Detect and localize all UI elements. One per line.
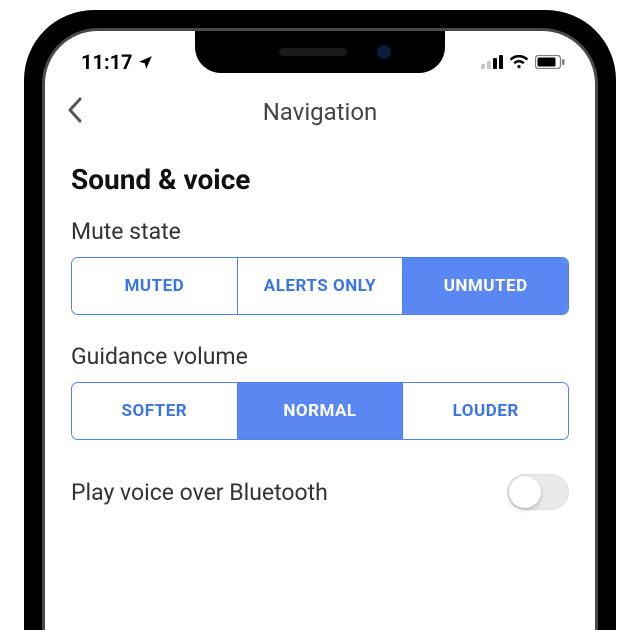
location-arrow-icon (137, 54, 154, 71)
chevron-left-icon (67, 97, 83, 123)
page-header: Navigation (45, 79, 595, 145)
bluetooth-label: Play voice over Bluetooth (71, 479, 328, 506)
mute-state-label: Mute state (71, 218, 569, 245)
back-button[interactable] (67, 97, 83, 127)
speaker-grille (279, 48, 347, 56)
settings-content: Sound & voice Mute state MUTED ALERTS ON… (45, 145, 595, 510)
bluetooth-toggle[interactable] (507, 474, 569, 510)
front-camera (377, 45, 391, 59)
segment-alerts-only[interactable]: ALERTS ONLY (238, 258, 404, 314)
mute-state-segmented: MUTED ALERTS ONLY UNMUTED (71, 257, 569, 315)
guidance-volume-segmented: SOFTER NORMAL LOUDER (71, 382, 569, 440)
screen: 11:17 (42, 28, 598, 630)
wifi-icon (509, 55, 529, 69)
segment-muted[interactable]: MUTED (72, 258, 238, 314)
toggle-knob (509, 476, 541, 508)
guidance-volume-label: Guidance volume (71, 343, 569, 370)
segment-softer[interactable]: SOFTER (72, 383, 238, 439)
segment-louder[interactable]: LOUDER (403, 383, 568, 439)
segment-normal[interactable]: NORMAL (238, 383, 404, 439)
bluetooth-row: Play voice over Bluetooth (71, 468, 569, 510)
status-time: 11:17 (81, 50, 133, 74)
notch (195, 31, 445, 73)
battery-icon (535, 55, 565, 69)
phone-frame: 11:17 (24, 10, 616, 630)
cellular-icon (481, 55, 503, 69)
page-title: Navigation (263, 98, 378, 126)
segment-unmuted[interactable]: UNMUTED (403, 258, 568, 314)
section-title: Sound & voice (71, 163, 569, 196)
